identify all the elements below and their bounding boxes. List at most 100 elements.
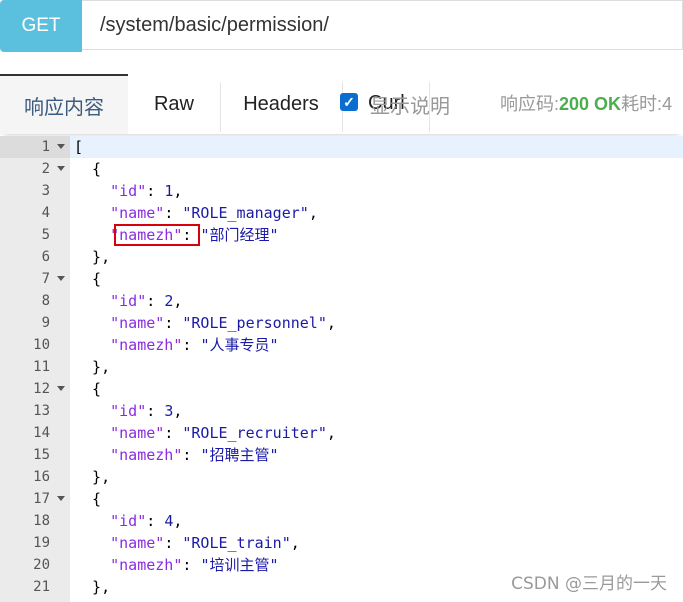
code-line: 10 "namezh": "人事专员" bbox=[0, 334, 683, 356]
json-value: "ROLE_train" bbox=[182, 534, 291, 552]
code-text: { bbox=[70, 268, 683, 290]
json-comma: , bbox=[173, 292, 183, 310]
json-key: "namezh" bbox=[110, 446, 183, 464]
json-colon: : bbox=[182, 556, 201, 574]
code-line: 19 "name": "ROLE_train", bbox=[0, 532, 683, 554]
json-punctuation: { bbox=[74, 490, 102, 508]
json-value: "招聘主管" bbox=[200, 446, 279, 464]
json-comma: , bbox=[326, 314, 336, 332]
line-number: 19 bbox=[33, 535, 50, 551]
code-line: 2 { bbox=[0, 158, 683, 180]
json-value: 3 bbox=[164, 402, 174, 420]
json-colon: : bbox=[146, 292, 165, 310]
code-line: 1[ bbox=[0, 136, 683, 158]
line-number: 18 bbox=[33, 513, 50, 529]
json-key: "name" bbox=[110, 534, 165, 552]
line-number: 20 bbox=[33, 557, 50, 573]
code-text: "id": 4, bbox=[70, 510, 683, 532]
code-text: "id": 3, bbox=[70, 400, 683, 422]
json-comma: , bbox=[173, 402, 183, 420]
code-line: 3 "id": 1, bbox=[0, 180, 683, 202]
json-value: "人事专员" bbox=[200, 336, 279, 354]
code-text: }, bbox=[70, 246, 683, 268]
json-key: "namezh" bbox=[110, 556, 183, 574]
json-value: "部门经理" bbox=[200, 226, 279, 244]
json-key: "name" bbox=[110, 314, 165, 332]
json-colon: : bbox=[164, 314, 183, 332]
json-punctuation: }, bbox=[74, 468, 111, 486]
json-key: "id" bbox=[110, 512, 147, 530]
json-comma: , bbox=[290, 534, 300, 552]
json-comma: , bbox=[173, 182, 183, 200]
code-line: 14 "name": "ROLE_recruiter", bbox=[0, 422, 683, 444]
json-value: 2 bbox=[164, 292, 174, 310]
json-colon: : bbox=[146, 512, 165, 530]
show-description-checkbox[interactable]: ✓ bbox=[340, 93, 358, 111]
watermark: CSDN @三月的一天 bbox=[511, 574, 667, 594]
json-value: "ROLE_manager" bbox=[182, 204, 309, 222]
fold-toggle-icon[interactable] bbox=[57, 276, 65, 281]
line-number: 3 bbox=[41, 183, 50, 199]
show-description-label: 显示说明 bbox=[370, 96, 450, 118]
fold-toggle-icon[interactable] bbox=[57, 166, 65, 171]
json-punctuation: }, bbox=[74, 358, 111, 376]
code-line: 15 "namezh": "招聘主管" bbox=[0, 444, 683, 466]
code-text: { bbox=[70, 488, 683, 510]
response-status: 响应码:200 OK耗时:4 bbox=[500, 90, 672, 116]
json-key: "id" bbox=[110, 402, 147, 420]
code-text: "name": "ROLE_train", bbox=[70, 532, 683, 554]
code-line: 13 "id": 3, bbox=[0, 400, 683, 422]
line-number: 5 bbox=[41, 227, 50, 243]
code-text: "id": 1, bbox=[70, 180, 683, 202]
tab-headers[interactable]: Headers bbox=[220, 74, 342, 134]
json-punctuation: }, bbox=[74, 248, 111, 266]
code-line: 8 "id": 2, bbox=[0, 290, 683, 312]
line-number: 10 bbox=[33, 337, 50, 353]
line-number: 8 bbox=[41, 293, 50, 309]
status-code-label: 响应码: bbox=[500, 94, 560, 114]
tab-response-content[interactable]: 响应内容 bbox=[0, 74, 128, 134]
json-colon: : bbox=[164, 534, 183, 552]
code-line: 7 { bbox=[0, 268, 683, 290]
fold-toggle-icon[interactable] bbox=[57, 496, 65, 501]
url-field[interactable]: /system/basic/permission/ bbox=[82, 0, 683, 50]
fold-toggle-icon[interactable] bbox=[57, 144, 65, 149]
json-value: "ROLE_personnel" bbox=[182, 314, 327, 332]
fold-toggle-icon[interactable] bbox=[57, 386, 65, 391]
method-button[interactable]: GET bbox=[0, 0, 82, 52]
json-comma: , bbox=[173, 512, 183, 530]
json-punctuation: [ bbox=[74, 138, 84, 156]
code-text: "namezh": "人事专员" bbox=[70, 334, 683, 356]
status-code-value: 200 OK bbox=[559, 94, 622, 114]
check-icon: ✓ bbox=[343, 93, 355, 110]
json-punctuation: { bbox=[74, 160, 102, 178]
json-colon: : bbox=[146, 402, 165, 420]
json-colon: : bbox=[146, 182, 165, 200]
json-value: "ROLE_recruiter" bbox=[182, 424, 327, 442]
json-comma: , bbox=[308, 204, 318, 222]
code-text: }, bbox=[70, 356, 683, 378]
json-value: 4 bbox=[164, 512, 174, 530]
line-number: 11 bbox=[33, 359, 50, 375]
json-colon: : bbox=[182, 446, 201, 464]
line-number: 14 bbox=[33, 425, 50, 441]
code-text: "name": "ROLE_recruiter", bbox=[70, 422, 683, 444]
tab-raw[interactable]: Raw bbox=[128, 74, 220, 134]
code-line: 4 "name": "ROLE_manager", bbox=[0, 202, 683, 224]
line-number: 4 bbox=[41, 205, 50, 221]
line-number: 21 bbox=[33, 579, 50, 595]
code-text: { bbox=[70, 158, 683, 180]
line-number: 13 bbox=[33, 403, 50, 419]
code-text: "name": "ROLE_manager", bbox=[70, 202, 683, 224]
json-key: "id" bbox=[110, 182, 147, 200]
response-editor[interactable]: 1[2 {3 "id": 1, 4 "name": "ROLE_manager",… bbox=[0, 136, 683, 602]
json-key: "id" bbox=[110, 292, 147, 310]
line-number: 15 bbox=[33, 447, 50, 463]
json-colon: : bbox=[164, 424, 183, 442]
